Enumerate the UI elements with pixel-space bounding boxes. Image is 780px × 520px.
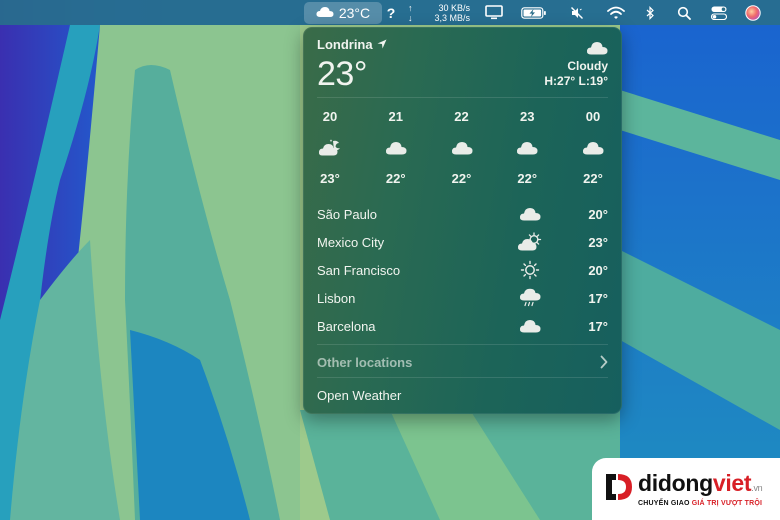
location-row[interactable]: Barcelona 17° (317, 312, 608, 340)
other-locations-label: Other locations (317, 354, 413, 370)
help-menu[interactable]: ? (384, 0, 398, 25)
bluetooth-icon[interactable] (644, 0, 656, 25)
wifi-icon[interactable] (606, 0, 626, 25)
menu-bar: 23°C ? ↑ 30 KB/s ↓ 3,3 MB/s (0, 0, 780, 25)
hour-time: 22 (454, 109, 469, 124)
hour-temp: 22° (583, 171, 603, 186)
high-low-temps: H:27° L:19° (544, 74, 608, 88)
upload-arrow-icon: ↑ (408, 2, 413, 13)
divider (317, 344, 608, 345)
hourly-forecast: 20 23° 21 22° 22 22° 23 22° 00 22° (313, 107, 610, 191)
location-row-temp: 17° (588, 318, 608, 334)
tagline-part: GIÁ TRỊ VƯỢT TRỘI (691, 500, 763, 507)
location-row-name: Lisbon (317, 290, 356, 306)
display-icon[interactable] (484, 0, 504, 25)
sun-icon (517, 260, 543, 280)
location-row-name: Barcelona (317, 318, 376, 334)
brand-suffix: .vn (751, 483, 763, 493)
network-monitor[interactable]: ↑ 30 KB/s ↓ 3,3 MB/s (408, 0, 470, 25)
divider (317, 377, 608, 378)
battery-charging-icon[interactable] (520, 0, 548, 25)
download-speed: 3,3 MB/s (434, 12, 470, 23)
menubar-weather-temp: 23°C (338, 5, 371, 21)
siri-icon[interactable] (744, 0, 762, 25)
control-center-icon[interactable] (710, 0, 728, 25)
condition-label: Cloudy (567, 59, 608, 73)
location-name: Londrina (317, 37, 387, 52)
location-label: Londrina (317, 37, 373, 52)
location-row[interactable]: San Francisco 20° (317, 256, 608, 284)
cloud-icon (517, 316, 543, 336)
location-row[interactable]: São Paulo 20° (317, 200, 608, 228)
open-weather-menu-item[interactable]: Open Weather (317, 388, 401, 403)
current-temperature: 23° (317, 55, 367, 93)
cloud-icon (316, 5, 334, 21)
current-weather-header[interactable]: Londrina 23° Cloudy H:27° L:19° (317, 37, 608, 97)
weather-popover: Londrina 23° Cloudy H:27° L:19° 20 23° 2… (303, 27, 622, 414)
upload-speed: 30 KB/s (438, 2, 470, 13)
location-row-name: São Paulo (317, 206, 377, 222)
partly-cloudy-night-icon (318, 137, 342, 159)
hourly-item: 23 22° (510, 107, 544, 191)
didongviet-watermark: didongviet.vn CHUYỂN GIAO GIÁ TRỊ VƯỢT T… (592, 458, 780, 520)
location-arrow-icon (377, 37, 387, 52)
divider (317, 97, 608, 98)
hour-time: 23 (520, 109, 535, 124)
hour-temp: 22° (451, 171, 472, 186)
tagline-part: CHUYỂN GIAO (638, 500, 692, 507)
partly-sunny-icon (517, 232, 543, 252)
download-arrow-icon: ↓ (408, 12, 413, 23)
brand-name-part: viet (712, 470, 752, 496)
cloud-icon (385, 137, 407, 159)
saved-locations-list: São Paulo 20° Mexico City 23° San Franci… (317, 200, 608, 340)
cloud-icon (586, 41, 608, 60)
hour-temp: 22° (517, 171, 538, 186)
hourly-item: 00 22° (576, 107, 610, 191)
cloud-icon (516, 137, 538, 159)
location-row-name: San Francisco (317, 262, 401, 278)
location-row[interactable]: Mexico City 23° (317, 228, 608, 256)
location-row[interactable]: Lisbon 17° (317, 284, 608, 312)
menubar-weather-button[interactable]: 23°C (304, 2, 382, 24)
cloud-icon (517, 204, 543, 224)
cloud-icon (451, 137, 473, 159)
cloud-icon (582, 137, 604, 159)
search-icon[interactable] (676, 0, 692, 25)
didongviet-logo-icon (604, 472, 634, 507)
hour-time: 20 (322, 109, 338, 124)
rain-icon (517, 288, 543, 308)
brand-name-part: didong (638, 470, 713, 496)
location-row-temp: 20° (588, 206, 608, 222)
mute-icon[interactable] (568, 0, 586, 25)
hourly-item: 20 23° (313, 107, 347, 191)
brand-tagline: CHUYỂN GIAO GIÁ TRỊ VƯỢT TRỘI (638, 500, 762, 507)
location-row-temp: 20° (588, 262, 608, 278)
hour-temp: 22° (385, 171, 406, 186)
location-row-temp: 17° (588, 290, 608, 306)
chevron-right-icon (600, 355, 608, 374)
hourly-item: 22 22° (445, 107, 479, 191)
location-row-temp: 23° (588, 234, 608, 250)
hourly-item: 21 22° (379, 107, 413, 191)
brand-name: didongviet.vn (638, 470, 763, 497)
hour-temp: 23° (320, 171, 340, 186)
location-row-name: Mexico City (317, 234, 385, 250)
hour-time: 21 (388, 109, 403, 124)
other-locations-menu-item[interactable]: Other locations (317, 351, 608, 373)
hour-time: 00 (585, 109, 601, 124)
